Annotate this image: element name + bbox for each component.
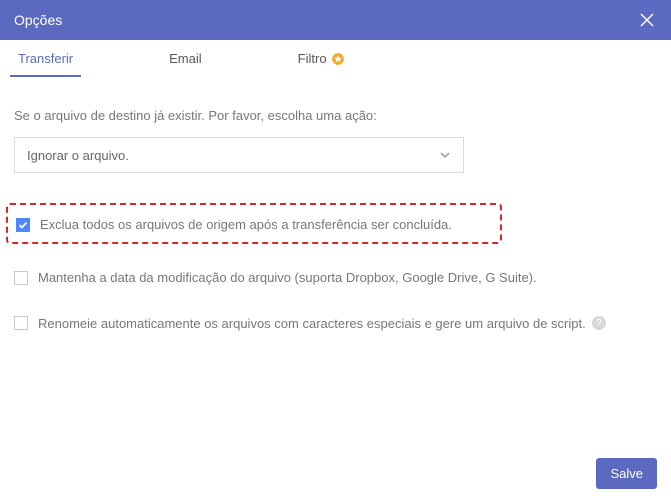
keep-date-label: Mantenha a data da modificação do arquiv… [38, 268, 537, 288]
rename-special-label: Renomeie automaticamente os arquivos com… [38, 314, 586, 334]
delete-source-checkbox[interactable] [16, 218, 30, 232]
delete-source-label: Exclua todos os arquivos de origem após … [40, 217, 452, 232]
tab-bar: Transferir Email Filtro [0, 40, 671, 78]
tab-email-label: Email [169, 51, 202, 66]
tab-email[interactable]: Email [161, 40, 210, 77]
dialog-header: Opções [0, 0, 671, 40]
star-icon [331, 52, 345, 66]
keep-date-checkbox[interactable] [14, 271, 28, 285]
dialog-footer: Salve [596, 458, 657, 489]
conflict-action-select[interactable]: Ignorar o arquivo. [14, 137, 464, 173]
conflict-prompt: Se o arquivo de destino já existir. Por … [14, 108, 657, 123]
close-button[interactable] [637, 10, 657, 30]
delete-source-row: Exclua todos os arquivos de origem após … [6, 203, 502, 244]
tab-filter[interactable]: Filtro [290, 40, 353, 77]
rename-special-checkbox[interactable] [14, 316, 28, 330]
tab-transfer-label: Transferir [18, 51, 73, 66]
help-icon[interactable]: ? [592, 316, 606, 330]
check-icon [18, 220, 28, 230]
tab-filter-label: Filtro [298, 51, 327, 66]
dialog-title: Opções [14, 12, 62, 28]
chevron-down-icon [439, 149, 451, 161]
select-value: Ignorar o arquivo. [27, 148, 129, 163]
tab-transfer[interactable]: Transferir [10, 40, 81, 77]
close-icon [640, 13, 654, 27]
tab-content: Se o arquivo de destino já existir. Por … [0, 78, 671, 373]
rename-special-row: Renomeie automaticamente os arquivos com… [14, 314, 657, 334]
save-button[interactable]: Salve [596, 458, 657, 489]
keep-date-row: Mantenha a data da modificação do arquiv… [14, 268, 657, 288]
